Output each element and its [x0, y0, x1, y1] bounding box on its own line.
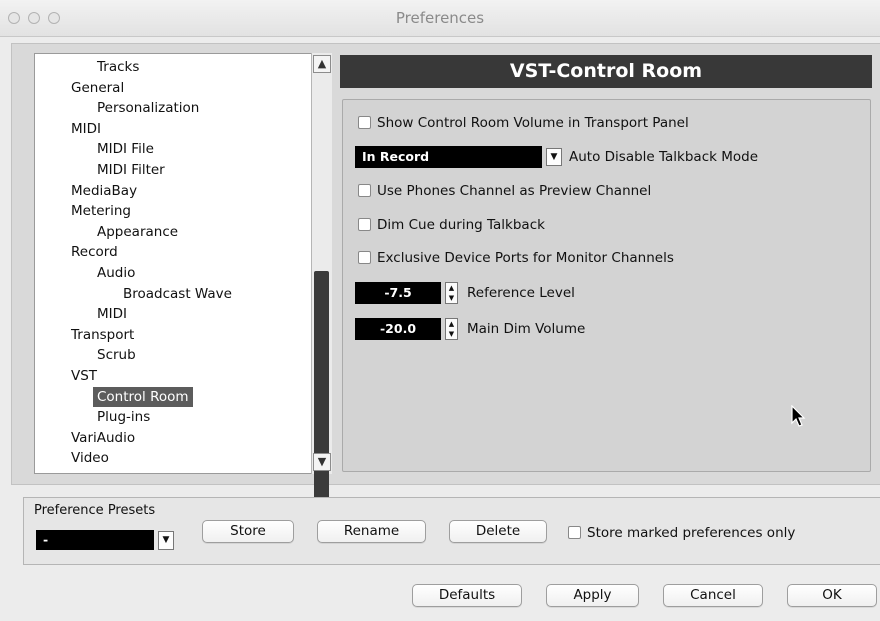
defaults-button[interactable]: Defaults	[412, 584, 522, 607]
phones-preview-label: Use Phones Channel as Preview Channel	[377, 183, 652, 199]
main-dim-volume-label: Main Dim Volume	[467, 321, 586, 337]
chevron-down-icon[interactable]: ▼	[546, 148, 562, 166]
apply-button[interactable]: Apply	[546, 584, 639, 607]
category-tree: Tracks General Personalization MIDI MIDI Fil…	[34, 53, 332, 474]
store-button[interactable]: Store	[202, 520, 294, 543]
ok-button[interactable]: OK	[787, 584, 877, 607]
title-bar: Preferences	[0, 0, 880, 37]
scroll-up-arrow-icon[interactable]: ▲	[313, 55, 331, 73]
main-dim-volume-field[interactable]: -20.0	[355, 318, 441, 340]
tree-item[interactable]: Plug-ins	[97, 407, 150, 427]
tree-item[interactable]: Personalization	[97, 98, 199, 118]
store-marked-checkbox[interactable]	[568, 525, 581, 539]
phones-preview-option[interactable]: Use Phones Channel as Preview Channel	[358, 182, 651, 200]
cancel-button[interactable]: Cancel	[663, 584, 763, 607]
tree-item[interactable]: Audio	[97, 263, 135, 283]
tree-item[interactable]: VariAudio	[71, 428, 135, 448]
exclusive-ports-label: Exclusive Device Ports for Monitor Chann…	[377, 250, 674, 266]
tree-item[interactable]: MediaBay	[71, 181, 137, 201]
dim-cue-label: Dim Cue during Talkback	[377, 217, 545, 233]
reference-level-field[interactable]: -7.5	[355, 282, 441, 304]
show-volume-checkbox[interactable]	[358, 115, 371, 129]
tree-item[interactable]: MIDI Filter	[97, 160, 165, 180]
tree-scrollbar[interactable]: ▲ ▼	[311, 53, 332, 505]
tree-item[interactable]: General	[71, 78, 124, 98]
tree-item[interactable]: Appearance	[97, 222, 178, 242]
tree-item[interactable]: MIDI	[71, 119, 101, 139]
phones-preview-checkbox[interactable]	[358, 183, 371, 197]
tree-item[interactable]: Transport	[71, 325, 134, 345]
presets-heading: Preference Presets	[34, 503, 156, 518]
panel-title: VST-Control Room	[340, 55, 872, 88]
window-title: Preferences	[395, 9, 485, 27]
scroll-down-arrow-icon[interactable]: ▼	[313, 453, 331, 471]
show-volume-option[interactable]: Show Control Room Volume in Transport Pa…	[358, 114, 689, 132]
store-marked-label: Store marked preferences only	[587, 525, 796, 541]
tree-item[interactable]: Scrub	[97, 345, 136, 365]
dim-cue-option[interactable]: Dim Cue during Talkback	[358, 216, 545, 234]
tree-item[interactable]: Tracks	[97, 57, 139, 77]
tree-item[interactable]: Video	[71, 448, 109, 468]
mouse-pointer-icon	[791, 405, 806, 427]
tree-item[interactable]: Broadcast Wave	[123, 284, 232, 304]
tree-item[interactable]: Record	[71, 242, 118, 262]
talkback-mode-label: Auto Disable Talkback Mode	[569, 149, 759, 165]
preset-chevron-down-icon[interactable]: ▼	[158, 531, 174, 550]
tree-item[interactable]: MIDI	[97, 304, 127, 324]
tree-item[interactable]: MIDI File	[97, 139, 154, 159]
exclusive-ports-option[interactable]: Exclusive Device Ports for Monitor Chann…	[358, 249, 674, 267]
store-marked-option[interactable]: Store marked preferences only	[568, 524, 795, 542]
rename-button[interactable]: Rename	[317, 520, 426, 543]
reference-level-label: Reference Level	[467, 285, 575, 301]
main-dim-volume-stepper[interactable]: ▲ ▼	[445, 318, 458, 340]
preset-select[interactable]: -	[36, 530, 154, 550]
exclusive-ports-checkbox[interactable]	[358, 250, 371, 264]
dim-cue-checkbox[interactable]	[358, 217, 371, 231]
talkback-mode-select[interactable]: In Record	[355, 146, 542, 168]
tree-item[interactable]: Metering	[71, 201, 131, 221]
tree-item-selected[interactable]: Control Room	[93, 386, 193, 407]
show-volume-label: Show Control Room Volume in Transport Pa…	[377, 115, 689, 131]
reference-level-stepper[interactable]: ▲ ▼	[445, 282, 458, 304]
tree-item[interactable]: VST	[71, 366, 97, 386]
delete-button[interactable]: Delete	[449, 520, 547, 543]
